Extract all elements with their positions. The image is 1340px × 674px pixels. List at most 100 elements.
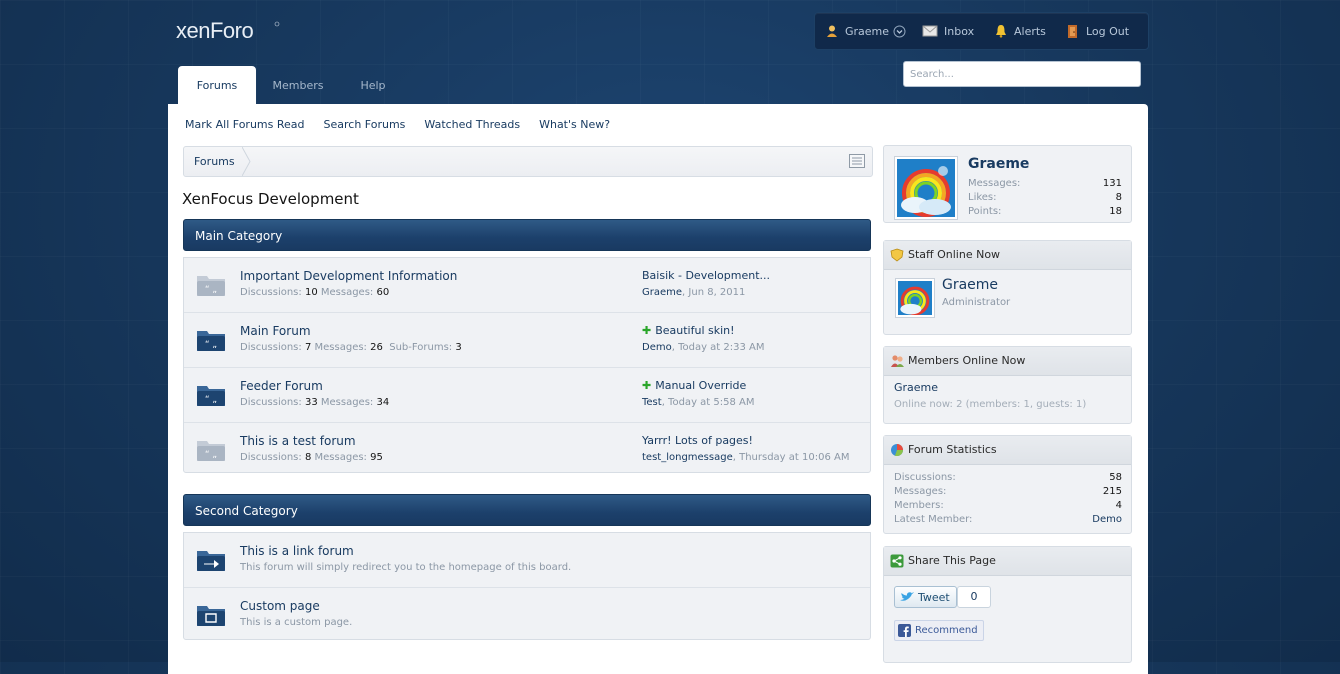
staff-online-title: Staff Online Now [908, 248, 1001, 261]
node-list-second: This is a link forum This forum will sim… [183, 532, 871, 640]
forum-statistics-header: Forum Statistics [884, 436, 1131, 465]
last-post-title[interactable]: Beautiful skin! [655, 324, 734, 337]
forum-stat-row: Latest Member: Demo [894, 513, 1122, 527]
search-forums-link[interactable]: Search Forums [324, 118, 406, 131]
latest-member-link[interactable]: Demo [1092, 513, 1122, 527]
last-post: ✚ Manual Override [642, 379, 746, 392]
forum-title[interactable]: This is a link forum [240, 544, 354, 558]
chevron-down-icon[interactable] [893, 25, 906, 38]
forum-stats: Discussions: 33 Messages: 34 [240, 397, 389, 408]
tab-members-label: Members [272, 79, 324, 92]
members-icon [891, 355, 904, 367]
last-post-title[interactable]: Manual Override [655, 379, 746, 392]
visitor-panel: Graeme Inbox Alerts Log Out [814, 12, 1149, 50]
profile-stats: Messages: 131 Likes: 8 Points: 18 [968, 177, 1122, 219]
forum-title[interactable]: Feeder Forum [240, 379, 323, 393]
share-icon [890, 554, 904, 568]
stat-value: 18 [1109, 206, 1122, 217]
page-title-link[interactable]: Custom page [240, 599, 320, 613]
jump-menu-icon[interactable] [849, 154, 865, 168]
subforums-count: 3 [455, 342, 462, 353]
forum-stat-row: Messages: 215 [894, 485, 1122, 499]
page-title: XenFocus Development [182, 190, 359, 208]
last-post-user[interactable]: Graeme [642, 287, 682, 298]
avatar-image [897, 159, 955, 217]
breadcrumb-forums[interactable]: Forums [184, 147, 249, 176]
forum-stats-list: Discussions: 58 Messages: 215 Members: 4 La… [894, 471, 1122, 527]
online-summary: Online now: 2 (members: 1, guests: 1) [894, 399, 1087, 410]
profile-stat-row: Likes: 8 [968, 191, 1122, 205]
staff-avatar[interactable] [895, 278, 935, 318]
username-label: Graeme [845, 24, 890, 38]
stat-value: 215 [1102, 486, 1122, 497]
subforums-label: Sub-Forums: [389, 342, 453, 353]
messages-count: 60 [376, 287, 390, 298]
discussions-count: 33 [304, 397, 318, 408]
forum-title[interactable]: Important Development Information [240, 269, 457, 283]
forum-node: “ „ Important Development Information Di… [184, 258, 870, 313]
last-post-date: , Jun 8, 2011 [682, 287, 746, 298]
online-member-link[interactable]: Graeme [894, 381, 938, 394]
stat-value: 131 [1102, 178, 1122, 189]
category-header-second[interactable]: Second Category [183, 494, 871, 526]
logout-label: Log Out [1086, 24, 1130, 38]
last-post-user[interactable]: Demo [642, 342, 672, 353]
facebook-recommend-button[interactable]: Recommend [894, 620, 984, 641]
inbox-label: Inbox [944, 24, 975, 38]
share-page-box: Share This Page Tweet 0 Recommend [883, 546, 1132, 663]
profile-username[interactable]: Graeme [968, 156, 1029, 172]
node-list-main: “ „ Important Development Information Di… [183, 257, 871, 473]
user-icon [827, 25, 837, 37]
stat-label: Points: [968, 206, 1002, 217]
last-post-title[interactable]: Baisik - Development... [642, 269, 770, 282]
avatar[interactable] [894, 156, 958, 220]
forum-node: “ „ Feeder Forum Discussions: 33 Message… [184, 368, 870, 423]
stat-label: Latest Member: [894, 514, 973, 525]
forum-read-icon: “ „ [197, 441, 225, 461]
inbox-icon [922, 25, 938, 37]
forum-stats: Discussions: 8 Messages: 95 [240, 452, 383, 463]
category-header-main[interactable]: Main Category [183, 219, 871, 251]
svg-text:xenForo: xenForo [176, 18, 253, 43]
sub-navigation: Mark All Forums Read Search Forums Watch… [185, 118, 629, 131]
whats-new-link[interactable]: What's New? [539, 118, 610, 131]
alerts-link[interactable]: Alerts [994, 23, 1046, 39]
last-post-meta: Demo, Today at 2:33 AM [642, 342, 765, 353]
forum-stats: Discussions: 7 Messages: 26 Sub-Forums: … [240, 342, 462, 353]
tab-members[interactable]: Members [262, 66, 334, 105]
tab-forums[interactable]: Forums [178, 66, 256, 105]
last-post-user[interactable]: Test [642, 397, 662, 408]
link-forum-icon [197, 551, 225, 571]
messages-count: 34 [376, 397, 390, 408]
forum-statistics-title: Forum Statistics [908, 443, 997, 456]
messages-label: Messages: [320, 397, 374, 408]
stat-value: 8 [1115, 192, 1122, 203]
staff-avatar-image [898, 281, 932, 316]
recommend-label: Recommend [915, 625, 978, 636]
svg-text:“ „: “ „ [205, 340, 217, 350]
tab-help[interactable]: Help [344, 66, 402, 105]
mark-forums-read-link[interactable]: Mark All Forums Read [185, 118, 305, 131]
search-input[interactable] [903, 61, 1141, 87]
watched-threads-link[interactable]: Watched Threads [424, 118, 520, 131]
discussions-count: 8 [304, 452, 312, 463]
forum-stat-row: Members: 4 [894, 499, 1122, 513]
forum-title[interactable]: Main Forum [240, 324, 311, 338]
account-menu[interactable]: Graeme [825, 23, 912, 39]
inbox-link[interactable]: Inbox [922, 23, 974, 39]
tweet-count: 0 [957, 586, 991, 608]
shield-icon [890, 248, 904, 262]
stat-value: 58 [1109, 472, 1122, 483]
members-online-header: Members Online Now [884, 347, 1131, 376]
visitor-profile-box: Graeme Messages: 131 Likes: 8 Points: 18 [883, 145, 1132, 223]
logout-link[interactable]: Log Out [1065, 23, 1129, 39]
discussions-label: Discussions: [240, 342, 302, 353]
forum-title[interactable]: This is a test forum [240, 434, 356, 448]
last-post-title[interactable]: Yarrr! Lots of pages! [642, 434, 753, 447]
last-post-user[interactable]: test_longmessage [642, 452, 733, 463]
facebook-icon [898, 624, 911, 637]
staff-username[interactable]: Graeme [942, 277, 998, 293]
tweet-button[interactable]: Tweet [894, 586, 957, 608]
svg-text:“ „: “ „ [205, 395, 217, 405]
xenforo-logo[interactable]: xenForo [176, 16, 286, 44]
